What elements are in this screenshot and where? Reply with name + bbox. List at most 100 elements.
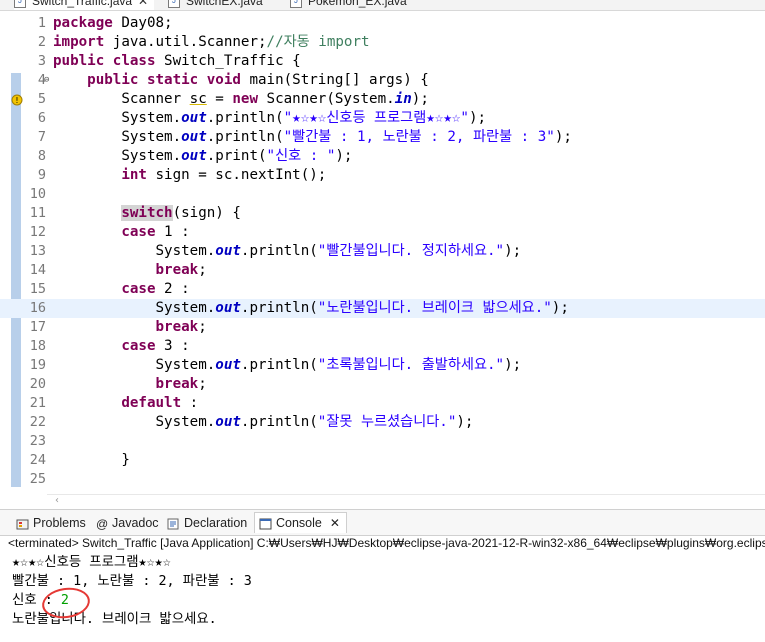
line-number: 2 [37,34,46,50]
javadoc-icon: @ [96,516,109,531]
line-number: 17 [29,319,46,335]
line-number: 6 [37,110,46,126]
code-line[interactable]: 16 System.out.println("노란불입니다. 브레이크 밟으세요… [0,299,765,318]
warning-icon[interactable]: ! [11,93,23,106]
code-text: System.out.println("빨간불 : 1, 노란불 : 2, 파란… [53,129,572,145]
close-icon[interactable]: ✕ [138,0,148,8]
code-line[interactable]: 20 break; [0,375,765,394]
code-text: public static void main(String[] args) { [87,72,429,88]
svg-text:!: ! [15,96,18,105]
code-text: System.out.println("★☆★☆신호등 프로그램★☆★☆"); [53,110,487,126]
code-text: Scanner sc = new Scanner(System.in); [53,91,429,107]
console-line: 노란불입니다. 브레이크 밟으세요. [12,612,217,627]
editor-tab-bar: J Switch_Traffic.java ✕ J SwitchEX.java J Po… [0,0,765,11]
tab-problems[interactable]: Problems [16,513,86,533]
code-line[interactable]: 21 default : [0,394,765,413]
code-text: case 1 : [121,224,190,240]
bottom-panel-tabs: Problems @ Javadoc Declaration Console ✕ [0,509,765,536]
line-number: 10 [29,186,46,202]
code-line[interactable]: 19 System.out.println("초록불입니다. 출발하세요."); [0,356,765,375]
code-line[interactable]: 18 case 3 : [0,337,765,356]
line-number: 5 [37,91,46,107]
line-number: 15 [29,281,46,297]
scroll-left-icon[interactable]: ‹ [55,495,59,506]
code-line[interactable]: 13 System.out.println("빨간불입니다. 정지하세요."); [0,242,765,261]
code-editor[interactable]: 1 package Day08; 2 import java.util.Scanner… [0,11,765,506]
code-text: import java.util.Scanner;//자동 import [53,34,370,50]
problems-icon [16,519,29,530]
code-line[interactable]: 1 package Day08; [0,14,765,33]
java-file-icon: J [290,0,302,8]
code-line[interactable]: 17 break; [0,318,765,337]
line-number: 12 [29,224,46,240]
fold-toggle-icon[interactable]: ⊖ [44,71,49,90]
java-file-icon: J [168,0,180,8]
code-line[interactable]: 7 System.out.println("빨간불 : 1, 노란불 : 2, … [0,128,765,147]
line-number: 20 [29,376,46,392]
tab-label: Declaration [184,516,248,530]
code-text: System.out.println("초록불입니다. 출발하세요."); [53,357,522,373]
code-text: break; [155,376,207,392]
console-icon [259,518,272,530]
code-text: case 3 : [121,338,190,354]
close-icon[interactable]: ✕ [330,516,340,530]
code-line[interactable]: 10 [0,185,765,204]
line-number: 7 [37,129,46,145]
code-line[interactable]: 5! Scanner sc = new Scanner(System.in); [0,90,765,109]
console-status: <terminated> Switch_Traffic [Java Applic… [8,536,765,550]
code-line[interactable]: 11 switch(sign) { [0,204,765,223]
code-line[interactable]: 24 } [0,451,765,470]
tab-javadoc[interactable]: @ Javadoc [96,513,159,533]
line-number: 3 [37,53,46,69]
line-number: 24 [29,452,46,468]
line-number: 14 [29,262,46,278]
line-number: 4 [37,72,46,88]
code-text: package Day08; [53,15,173,31]
line-number: 8 [37,148,46,164]
line-number: 11 [29,205,46,221]
declaration-icon [167,518,179,530]
tab-console[interactable]: Console ✕ [254,512,347,533]
code-line[interactable]: 9 int sign = sc.nextInt(); [0,166,765,185]
code-lines[interactable]: 1 package Day08; 2 import java.util.Scanner… [0,14,765,489]
line-number: 13 [29,243,46,259]
code-text: case 2 : [121,281,190,297]
console-line: ★☆★☆신호등 프로그램★☆★☆ [12,555,171,570]
code-line[interactable]: 3 public class Switch_Traffic { [0,52,765,71]
code-text: System.out.println("노란불입니다. 브레이크 밟으세요.")… [53,300,569,316]
code-text: System.out.println("잘못 누르셨습니다."); [53,414,474,430]
tab-declaration[interactable]: Declaration [167,513,247,533]
code-text: } [53,452,130,468]
code-line[interactable]: 2 import java.util.Scanner;//자동 import [0,33,765,52]
tab-label: Console [276,516,322,530]
code-line[interactable]: 23 [0,432,765,451]
code-text: System.out.println("빨간불입니다. 정지하세요."); [53,243,522,259]
code-text: System.out.print("신호 : "); [53,148,353,164]
code-line[interactable]: 25 [0,470,765,489]
code-line[interactable]: 14 break; [0,261,765,280]
code-line[interactable]: 15 case 2 : [0,280,765,299]
horizontal-scrollbar[interactable]: ‹ [47,494,765,509]
editor-tab-label: Pokemon_EX.java [308,0,407,8]
editor-tab-label: Switch_Traffic.java [32,0,133,8]
code-line[interactable]: 8 System.out.print("신호 : "); [0,147,765,166]
line-number: 23 [29,433,46,449]
line-number: 1 [37,15,46,31]
code-line[interactable]: 4 ⊖ public static void main(String[] args… [0,71,765,90]
editor-tab-switchex[interactable]: J SwitchEX.java [168,0,263,10]
code-line[interactable]: 6 System.out.println("★☆★☆신호등 프로그램★☆★☆")… [0,109,765,128]
line-number: 22 [29,414,46,430]
line-number: 16 [29,300,46,316]
code-line[interactable]: 22 System.out.println("잘못 누르셨습니다."); [0,413,765,432]
code-line[interactable]: 12 case 1 : [0,223,765,242]
console-output[interactable]: ★☆★☆신호등 프로그램★☆★☆ 빨간불 : 1, 노란불 : 2, 파란불 :… [12,553,765,629]
editor-tab-pokemon-ex[interactable]: J Pokemon_EX.java [290,0,407,10]
editor-tab-switch-traffic[interactable]: J Switch_Traffic.java ✕ [14,0,154,10]
code-text: break; [155,262,207,278]
tab-label: Javadoc [112,516,159,530]
console-line: 빨간불 : 1, 노란불 : 2, 파란불 : 3 [12,574,252,589]
code-text: public class Switch_Traffic { [53,53,301,69]
line-number: 21 [29,395,46,411]
editor-tab-label: SwitchEX.java [186,0,263,8]
code-text: break; [155,319,207,335]
